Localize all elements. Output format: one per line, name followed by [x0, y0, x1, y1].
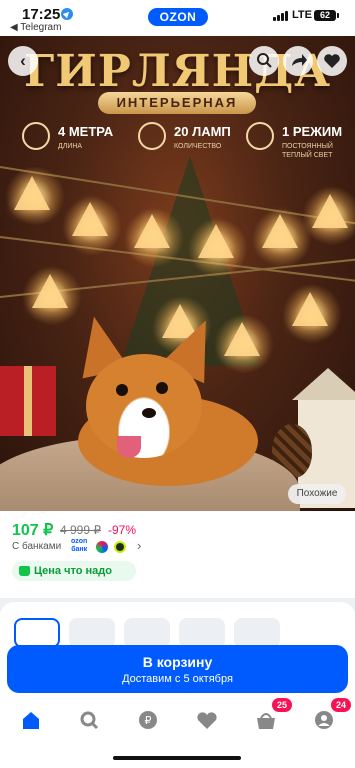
home-icon — [23, 712, 39, 729]
feature-caption: ПОСТОЯННЫЙ ТЕПЛЫЙ СВЕТ — [282, 143, 333, 159]
tree-light-bulb — [312, 194, 348, 228]
home-indicator — [113, 756, 241, 760]
corgi-nose — [142, 408, 156, 418]
corgi-eye — [156, 382, 168, 394]
tab-favorites[interactable] — [192, 708, 222, 732]
favorite-button[interactable] — [317, 46, 347, 76]
feature-caption: ДЛИНА — [58, 143, 83, 150]
corgi-eye — [116, 384, 128, 396]
banks-label[interactable]: С банками — [12, 541, 61, 552]
variant-option[interactable] — [69, 618, 115, 648]
tree-light-bulb — [14, 176, 50, 210]
feature-caption: КОЛИЧЕСТВО — [174, 143, 222, 150]
tab-payments[interactable]: ₽ — [133, 708, 163, 732]
corgi-tongue — [117, 436, 141, 458]
search-icon — [80, 711, 99, 730]
profile-icon — [315, 711, 333, 729]
svg-text:₽: ₽ — [145, 714, 152, 727]
battery-icon: 62 — [314, 10, 339, 21]
add-to-cart-label: В корзину — [142, 654, 213, 670]
ruble-icon: ₽ — [139, 711, 157, 729]
bank-logo-icon — [96, 541, 108, 553]
variant-option[interactable] — [124, 618, 170, 648]
chevron-right-icon[interactable]: › — [137, 538, 141, 553]
ozon-bank-logo: ozon банк — [71, 538, 88, 553]
lightbulb-icon — [138, 122, 166, 150]
gift-box-decor — [0, 366, 56, 436]
discount-badge: -97% — [108, 523, 137, 537]
tree-light-bulb — [262, 214, 298, 248]
tree-light-bulb — [198, 224, 234, 258]
hero-subtitle: ИНТЕРЬЕРНАЯ — [98, 92, 256, 114]
back-button[interactable]: ‹ — [8, 46, 38, 76]
back-to-telegram-link[interactable]: ◀ Telegram — [10, 22, 61, 33]
tree-light-bulb — [32, 274, 68, 308]
variant-option[interactable] — [234, 618, 280, 648]
feature-value: 20 ЛАМП — [174, 124, 231, 139]
share-button[interactable] — [283, 46, 313, 76]
tree-light-bulb — [134, 214, 170, 248]
thumbs-up-icon — [19, 566, 30, 576]
share-icon — [292, 54, 307, 66]
ruler-icon — [22, 122, 50, 150]
heart-icon — [324, 54, 340, 68]
tab-home[interactable] — [16, 708, 46, 732]
profile-count-badge: 24 — [331, 698, 351, 712]
cart-count-badge: 25 — [272, 698, 292, 712]
good-price-badge[interactable]: Цена что надо — [12, 561, 136, 581]
variant-option-selected[interactable] — [14, 618, 60, 648]
similar-button[interactable]: Похожие — [288, 484, 346, 504]
delivery-date: Доставим с 5 октября — [122, 673, 233, 685]
tree-light-bulb — [292, 292, 328, 326]
chevron-left-icon: ‹ — [20, 51, 26, 70]
current-price: 107 ₽ — [12, 522, 54, 539]
heart-icon — [197, 712, 217, 729]
add-to-cart-button[interactable]: В корзину Доставим с 5 октября — [7, 645, 348, 693]
network-type: LTE — [292, 9, 312, 21]
ozon-logo: OZON — [148, 8, 208, 26]
variant-option[interactable] — [179, 618, 225, 648]
status-bar: 17:25 ◀ Telegram OZON LTE 62 — [0, 0, 355, 36]
status-time: 17:25 — [22, 6, 61, 23]
search-button[interactable] — [249, 46, 279, 76]
tree-light-bulb — [72, 202, 108, 236]
tab-profile[interactable] — [309, 708, 339, 732]
bank-logo-icon — [114, 541, 126, 553]
search-icon — [257, 53, 272, 68]
gear-icon — [246, 122, 274, 150]
feature-value: 4 МЕТРА — [58, 124, 114, 139]
tree-light-bulb — [224, 322, 260, 356]
location-arrow-icon — [61, 8, 73, 20]
signal-icon — [273, 11, 289, 21]
product-image[interactable]: ГИРЛЯНДА ИНТЕРЬЕРНАЯ 4 МЕТРА ДЛИНА 20 ЛА… — [0, 36, 355, 511]
tab-search[interactable] — [74, 708, 104, 732]
old-price: 4 999 ₽ — [60, 523, 101, 537]
feature-value: 1 РЕЖИМ — [282, 124, 343, 139]
corgi-head — [86, 354, 202, 458]
good-price-label: Цена что надо — [34, 565, 112, 577]
